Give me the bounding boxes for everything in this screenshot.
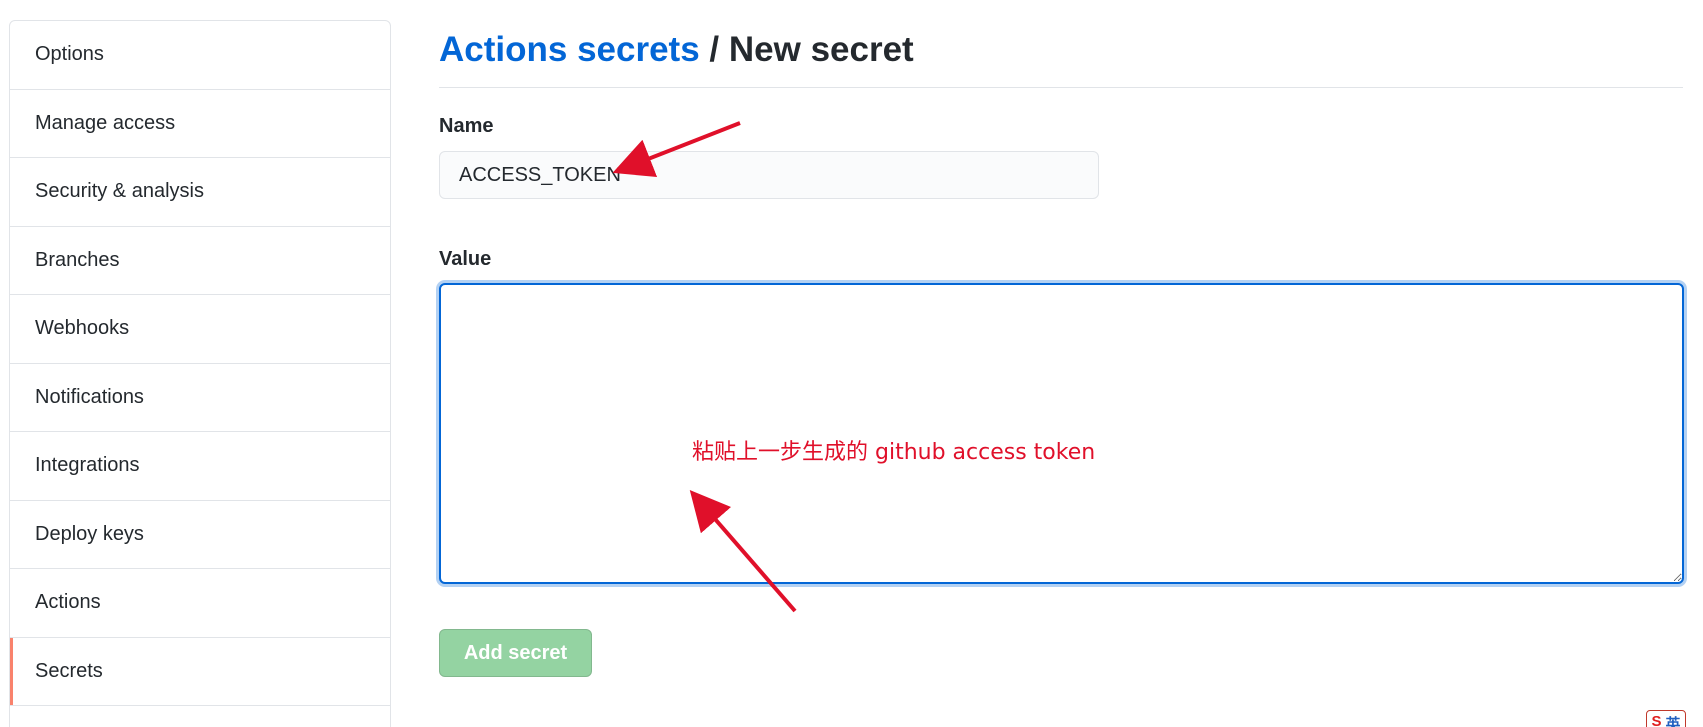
sidebar-item-deploy-keys[interactable]: Deploy keys — [10, 501, 390, 569]
sidebar-item-integrations[interactable]: Integrations — [10, 432, 390, 501]
sidebar-item-actions[interactable]: Actions — [10, 569, 390, 638]
sidebar-item-label: Integrations — [35, 454, 140, 477]
sidebar-item-label: Notifications — [35, 385, 144, 408]
sidebar-item-label: Options — [35, 43, 104, 66]
sidebar-item-webhooks[interactable]: Webhooks — [10, 295, 390, 364]
sidebar-item-notifications[interactable]: Notifications — [10, 364, 390, 432]
ime-brand-icon: S — [1651, 713, 1662, 727]
annotation-text: 粘贴上一步生成的 github access token — [692, 440, 1096, 465]
sidebar-item-branches[interactable]: Branches — [10, 227, 390, 295]
settings-sidebar: Options Manage access Security & analysi… — [9, 20, 391, 727]
ime-indicator-badge[interactable]: S 英 — [1646, 710, 1686, 727]
breadcrumb-actions-secrets-link[interactable]: Actions secrets — [439, 30, 700, 69]
sidebar-item-label: Branches — [35, 248, 120, 271]
name-label: Name — [439, 115, 494, 137]
sidebar-item-label: Actions — [35, 591, 101, 614]
sidebar-item-label: Webhooks — [35, 317, 130, 340]
breadcrumb-current: New secret — [728, 30, 914, 69]
sidebar-item-secrets[interactable]: Secrets — [10, 637, 390, 706]
ime-mode-label: 英 — [1665, 716, 1681, 727]
sidebar-item-label: Manage access — [35, 111, 176, 134]
add-secret-button[interactable]: Add secret — [439, 629, 592, 677]
page-title: Actions secrets / New secret — [439, 28, 914, 72]
breadcrumb-separator: / — [709, 30, 720, 69]
secret-name-input[interactable] — [439, 151, 1099, 199]
sidebar-item-label: Security & analysis — [35, 180, 204, 203]
sidebar-item-label: Secrets — [35, 659, 103, 682]
sidebar-item-label: Deploy keys — [35, 522, 144, 545]
value-label: Value — [439, 248, 492, 270]
sidebar-item-security-analysis[interactable]: Security & analysis — [10, 158, 390, 227]
title-divider — [439, 87, 1683, 88]
sidebar-item-options[interactable]: Options — [10, 21, 390, 90]
sidebar-item-manage-access[interactable]: Manage access — [10, 90, 390, 158]
